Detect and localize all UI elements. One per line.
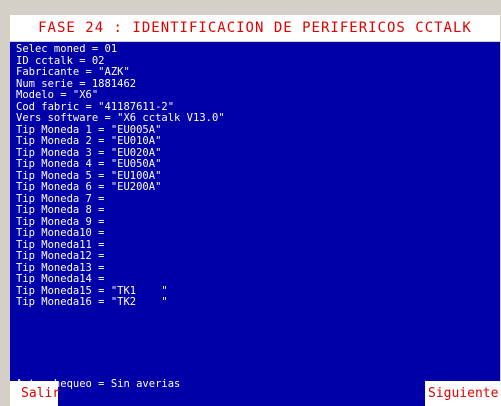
exit-button[interactable]: Salir [10, 381, 60, 406]
device-frame: FASE 24 : IDENTIFICACION DE PERIFERICOS … [0, 0, 501, 406]
info-line-software-version: Vers software = "X6 cctalk V13.0" [16, 112, 225, 124]
info-line-coin-type-4: Tip Moneda 4 = "EU050A" [16, 158, 162, 170]
info-line-coin-type-12: Tip Moneda12 = [16, 250, 105, 262]
info-line-coin-type-10: Tip Moneda10 = [16, 227, 105, 239]
peripheral-info-list: Selec moned = 01 ID cctalk = 02 Fabrican… [16, 43, 496, 309]
page-title: FASE 24 : IDENTIFICACION DE PERIFERICOS … [38, 20, 472, 36]
info-line-manufacturer: Fabricante = "AZK" [16, 66, 130, 78]
info-line-model: Modelo = "X6" [16, 89, 99, 101]
info-line-coin-type-2: Tip Moneda 2 = "EU010A" [16, 135, 162, 147]
info-line-coin-selector: Selec moned = 01 [16, 43, 118, 55]
info-line-coin-type-8: Tip Moneda 8 = [16, 204, 105, 216]
next-button[interactable]: Siguiente [425, 381, 501, 406]
info-line-coin-type-16: Tip Moneda16 = "TK2 " [16, 296, 168, 308]
info-line-coin-type-14: Tip Moneda14 = [16, 273, 105, 285]
info-line-coin-type-6: Tip Moneda 6 = "EU200A" [16, 181, 162, 193]
terminal-screen: FASE 24 : IDENTIFICACION DE PERIFERICOS … [10, 15, 500, 406]
title-bar: FASE 24 : IDENTIFICACION DE PERIFERICOS … [10, 15, 500, 42]
